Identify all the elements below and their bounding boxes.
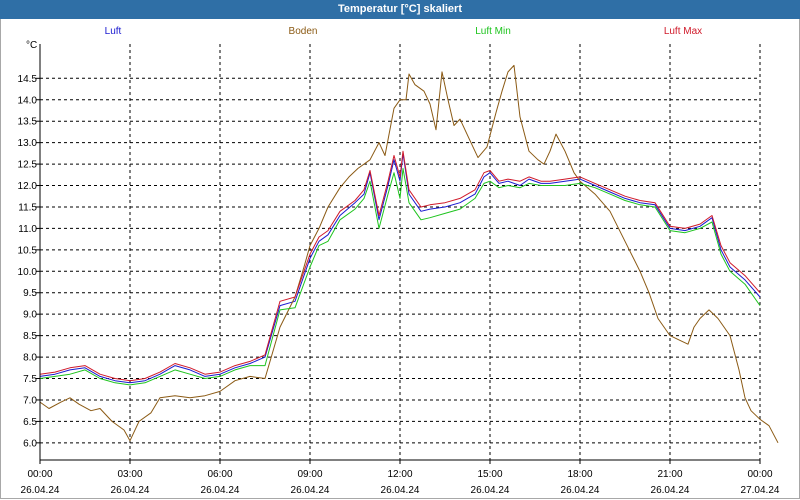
y-tick-label: 9.5 <box>23 288 37 299</box>
x-tick-time-label: 12:00 <box>387 469 412 480</box>
y-tick-label: 8.5 <box>23 331 37 342</box>
y-tick-label: 10.0 <box>18 267 38 278</box>
y-tick-label: 7.5 <box>23 374 37 385</box>
legend-item-boden: Boden <box>289 26 318 37</box>
x-tick-date-label: 26.04.24 <box>381 485 420 496</box>
x-tick-time-label: 03:00 <box>117 469 142 480</box>
x-tick-time-label: 21:00 <box>657 469 682 480</box>
x-tick-date-label: 26.04.24 <box>561 485 600 496</box>
y-tick-label: 13.5 <box>18 117 38 128</box>
y-tick-label: 8.0 <box>23 353 37 364</box>
x-tick-time-label: 09:00 <box>297 469 322 480</box>
y-axis-label: °C <box>26 40 37 51</box>
x-tick-date-label: 26.04.24 <box>21 485 60 496</box>
x-tick-date-label: 26.04.24 <box>471 485 510 496</box>
x-tick-time-label: 18:00 <box>567 469 592 480</box>
x-tick-date-label: 26.04.24 <box>291 485 330 496</box>
chart-legend: Luft Boden Luft Min Luft Max <box>105 26 703 37</box>
y-tick-label: 12.0 <box>18 181 38 192</box>
legend-item-luft-max: Luft Max <box>664 26 702 37</box>
y-tick-label: 6.0 <box>23 438 37 449</box>
y-tick-label: 12.5 <box>18 160 38 171</box>
legend-item-luft: Luft <box>105 26 122 37</box>
chart-grid <box>40 44 761 460</box>
x-tick-date-label: 26.04.24 <box>201 485 240 496</box>
y-tick-label: 6.5 <box>23 417 37 428</box>
y-tick-label: 14.5 <box>18 74 38 85</box>
y-tick-label: 13.0 <box>18 138 38 149</box>
series-line-boden <box>39 64 779 444</box>
x-tick-time-label: 06:00 <box>207 469 232 480</box>
x-tick-date-label: 27.04.24 <box>741 485 780 496</box>
x-tick-date-label: 26.04.24 <box>651 485 690 496</box>
y-tick-label: 14.0 <box>18 95 38 106</box>
chart-series <box>39 64 779 444</box>
y-tick-label: 9.0 <box>23 310 37 321</box>
x-tick-time-label: 00:00 <box>747 469 772 480</box>
x-tick-time-label: 00:00 <box>27 469 52 480</box>
x-tick-date-label: 26.04.24 <box>111 485 150 496</box>
legend-item-luft-min: Luft Min <box>475 26 511 37</box>
x-tick-time-label: 15:00 <box>477 469 502 480</box>
x-axis-ticks: 00:00 26.04.24 03:00 26.04.24 06:00 26.04.24 0… <box>21 460 780 496</box>
y-tick-label: 11.5 <box>18 202 37 213</box>
y-tick-label: 7.0 <box>23 395 37 406</box>
y-tick-label: 10.5 <box>18 245 38 256</box>
y-axis-ticks: 6.0 6.5 7.0 7.5 8.0 8.5 9.0 9.5 10.0 10.5 11.0 11.5… <box>18 74 40 449</box>
y-tick-label: 11.0 <box>18 224 37 235</box>
temperature-chart: Luft Boden Luft Min Luft Max °C 6.0 6.5 7.0 7.… <box>18 26 780 496</box>
